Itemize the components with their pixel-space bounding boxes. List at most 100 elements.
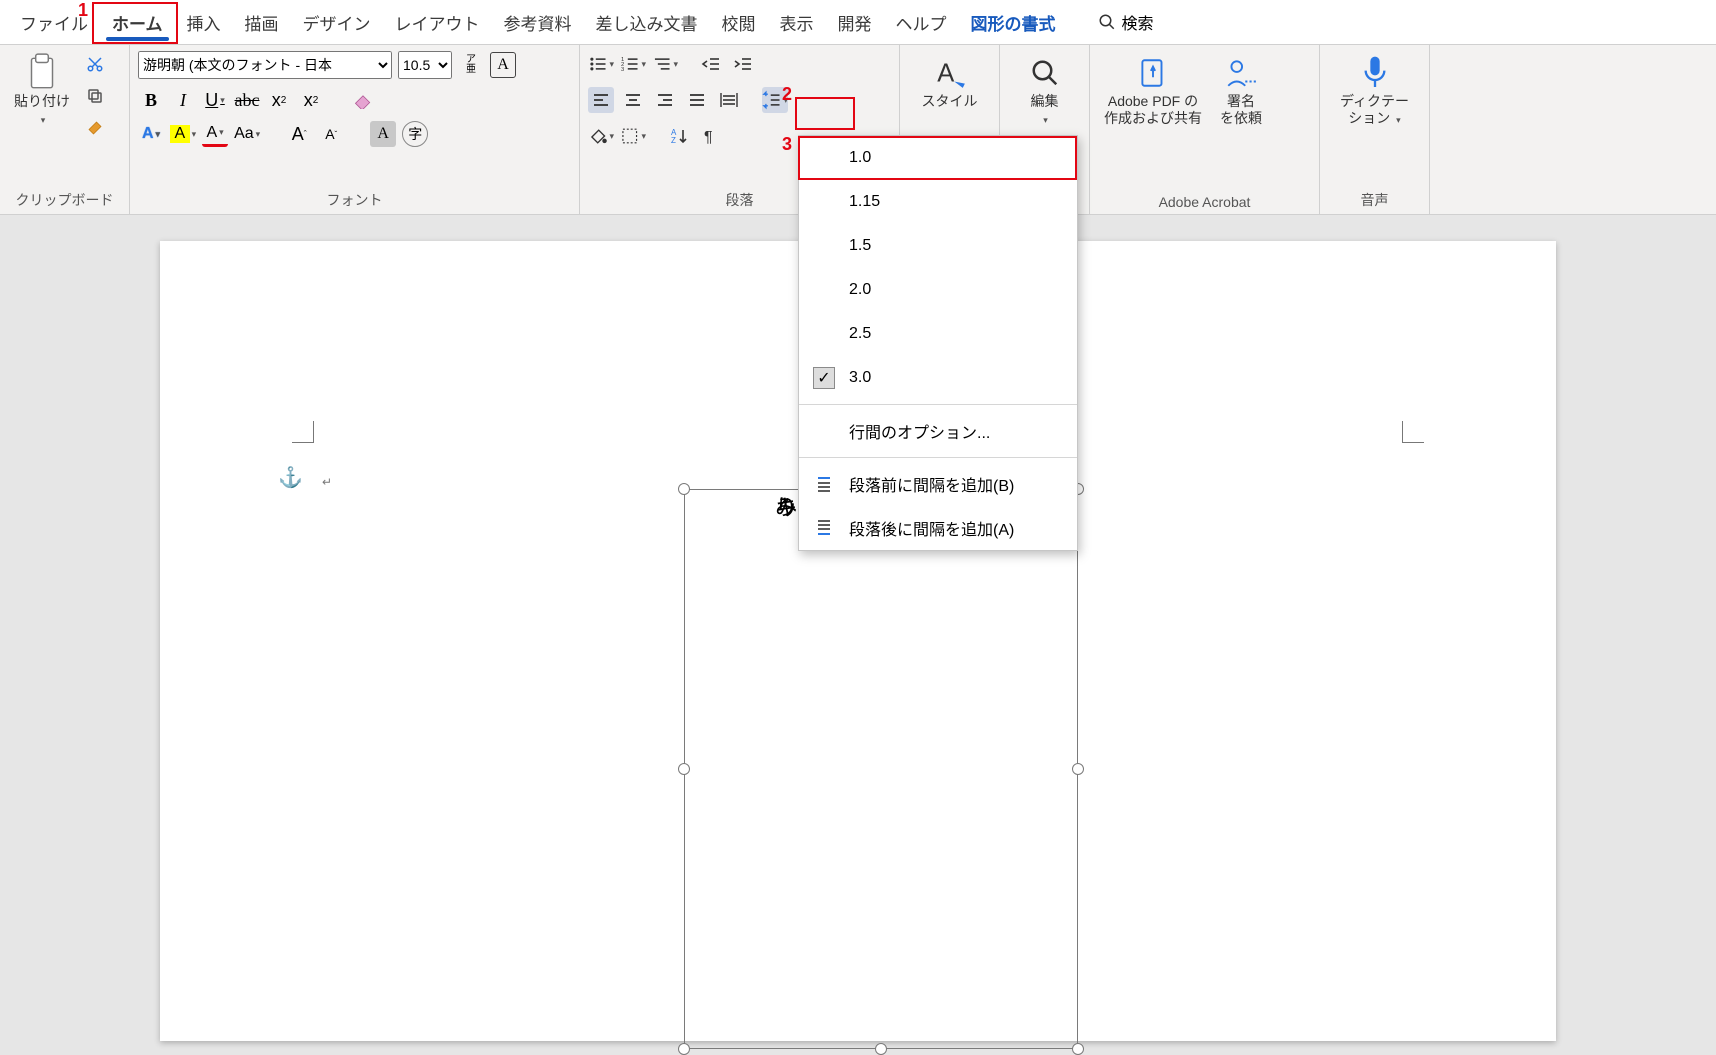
line-spacing-1.5[interactable]: 1.5 bbox=[799, 224, 1077, 268]
create-pdf-button[interactable]: Adobe PDF の 作成および共有 bbox=[1098, 51, 1208, 131]
menu-separator bbox=[799, 457, 1077, 458]
add-space-before[interactable]: 段落前に間隔を追加(B) bbox=[799, 462, 1077, 506]
tab-design[interactable]: デザイン bbox=[291, 2, 383, 43]
shrink-font-button[interactable]: Aˇ bbox=[318, 121, 344, 147]
styles-pane-button[interactable]: A スタイル bbox=[908, 51, 991, 114]
add-space-after[interactable]: 段落後に間隔を追加(A) bbox=[799, 506, 1077, 550]
show-marks-button[interactable]: ¶ bbox=[698, 123, 724, 149]
tab-review[interactable]: 校閲 bbox=[710, 2, 768, 43]
anchor-icon: ⚓ bbox=[278, 465, 303, 490]
line-spacing-2.0[interactable]: 2.0 bbox=[799, 268, 1077, 312]
group-clipboard: 貼り付け▾ クリップボード bbox=[0, 45, 130, 214]
tab-shape-format[interactable]: 図形の書式 bbox=[959, 2, 1068, 43]
grow-font-button[interactable]: Aˆ bbox=[286, 121, 312, 147]
clear-formatting-button[interactable] bbox=[350, 87, 376, 113]
change-case-button[interactable]: Aa▾ bbox=[234, 121, 260, 147]
strikethrough-button[interactable]: abc bbox=[234, 87, 260, 113]
clipboard-icon bbox=[24, 55, 60, 91]
request-signature-label: 署名 を依頼 bbox=[1220, 93, 1262, 127]
tell-me-search[interactable]: 検索 bbox=[1098, 10, 1154, 34]
resize-handle[interactable] bbox=[1072, 763, 1084, 775]
shading-button[interactable]: ▾ bbox=[588, 123, 614, 149]
styles-icon: A bbox=[932, 55, 968, 91]
numbering-button[interactable]: 123▾ bbox=[620, 51, 646, 77]
character-shading-button[interactable]: A bbox=[370, 121, 396, 147]
phonetic-guide-button[interactable]: ア 亜 bbox=[458, 52, 484, 78]
character-border-button[interactable]: A bbox=[490, 52, 516, 78]
bullets-icon bbox=[588, 54, 607, 74]
font-size-select[interactable]: 10.5 bbox=[398, 51, 452, 79]
group-font-label: フォント bbox=[138, 190, 571, 210]
space-before-icon bbox=[813, 473, 835, 495]
numbering-icon: 123 bbox=[620, 54, 639, 74]
dictate-button[interactable]: ディクテー ション ▾ bbox=[1328, 51, 1421, 131]
request-signature-button[interactable]: 署名 を依頼 bbox=[1214, 51, 1268, 131]
resize-handle[interactable] bbox=[678, 763, 690, 775]
line-spacing-1.15[interactable]: 1.15 bbox=[799, 180, 1077, 224]
scissors-icon bbox=[86, 55, 104, 73]
find-icon bbox=[1027, 55, 1063, 91]
indent-icon bbox=[733, 54, 753, 74]
tab-mailings[interactable]: 差し込み文書 bbox=[584, 2, 710, 43]
styles-label: スタイル bbox=[922, 93, 978, 110]
editing-button[interactable]: 編集▾ bbox=[1008, 51, 1081, 131]
tab-developer[interactable]: 開発 bbox=[826, 2, 884, 43]
tab-insert[interactable]: 挿入 bbox=[175, 2, 233, 43]
svg-text:A: A bbox=[937, 60, 954, 88]
line-spacing-options[interactable]: 行間のオプション... bbox=[799, 409, 1077, 453]
line-spacing-3.0[interactable]: ✓3.0 bbox=[799, 356, 1077, 400]
multilevel-list-button[interactable]: ▾ bbox=[652, 51, 678, 77]
justify-button[interactable] bbox=[684, 87, 710, 113]
line-spacing-1.0[interactable]: 1.0 bbox=[799, 136, 1077, 180]
subscript-button[interactable]: x2 bbox=[266, 87, 292, 113]
underline-button[interactable]: U▾ bbox=[202, 87, 228, 113]
resize-handle[interactable] bbox=[678, 1043, 690, 1055]
copy-button[interactable] bbox=[82, 83, 108, 109]
pilcrow-icon: ¶ bbox=[701, 126, 721, 146]
align-right-button[interactable] bbox=[652, 87, 678, 113]
tab-file[interactable]: ファイル bbox=[8, 2, 100, 43]
tab-layout[interactable]: レイアウト bbox=[383, 2, 492, 43]
bold-button[interactable]: B bbox=[138, 87, 164, 113]
increase-indent-button[interactable] bbox=[730, 51, 756, 77]
highlight-button[interactable]: A ▾ bbox=[170, 121, 196, 147]
italic-button[interactable]: I bbox=[170, 87, 196, 113]
tab-help[interactable]: ヘルプ bbox=[884, 2, 959, 43]
margin-corner bbox=[292, 421, 314, 443]
tab-draw[interactable]: 描画 bbox=[233, 2, 291, 43]
resize-handle[interactable] bbox=[1072, 1043, 1084, 1055]
justify-icon bbox=[687, 90, 707, 110]
text-effects-button[interactable]: A▾ bbox=[138, 121, 164, 147]
align-center-icon bbox=[623, 90, 643, 110]
outdent-icon bbox=[701, 54, 721, 74]
group-clipboard-label: クリップボード bbox=[8, 190, 121, 210]
font-color-button[interactable]: A▾ bbox=[202, 121, 228, 147]
align-left-button[interactable] bbox=[588, 87, 614, 113]
svg-text:3: 3 bbox=[621, 67, 624, 73]
sort-button[interactable]: AZ bbox=[666, 123, 692, 149]
pdf-share-icon bbox=[1135, 55, 1171, 91]
font-name-select[interactable]: 游明朝 (本文のフォント - 日本 bbox=[138, 51, 392, 79]
superscript-button[interactable]: x2 bbox=[298, 87, 324, 113]
group-acrobat-label: Adobe Acrobat bbox=[1098, 194, 1311, 210]
borders-button[interactable]: ▾ bbox=[620, 123, 646, 149]
line-spacing-2.5[interactable]: 2.5 bbox=[799, 312, 1077, 356]
enclose-characters-button[interactable]: 字 bbox=[402, 121, 428, 147]
tab-view[interactable]: 表示 bbox=[768, 2, 826, 43]
cut-button[interactable] bbox=[82, 51, 108, 77]
text-box-shape[interactable]: りんごりんごりんご↵ みかんみかんみかん↵ キウイキウイキウイ↵ bbox=[684, 489, 1078, 1049]
paste-button[interactable]: 貼り付け▾ bbox=[8, 51, 76, 131]
check-icon: ✓ bbox=[813, 367, 835, 389]
line-spacing-button[interactable]: ▾ bbox=[762, 87, 788, 113]
align-right-icon bbox=[655, 90, 675, 110]
distributed-button[interactable] bbox=[716, 87, 742, 113]
tab-home[interactable]: ホーム bbox=[100, 2, 175, 43]
resize-handle[interactable] bbox=[875, 1043, 887, 1055]
align-center-button[interactable] bbox=[620, 87, 646, 113]
format-painter-button[interactable] bbox=[82, 115, 108, 141]
align-left-icon bbox=[591, 90, 611, 110]
bullets-button[interactable]: ▾ bbox=[588, 51, 614, 77]
eraser-icon bbox=[353, 91, 373, 109]
decrease-indent-button[interactable] bbox=[698, 51, 724, 77]
tab-references[interactable]: 参考資料 bbox=[492, 2, 584, 43]
